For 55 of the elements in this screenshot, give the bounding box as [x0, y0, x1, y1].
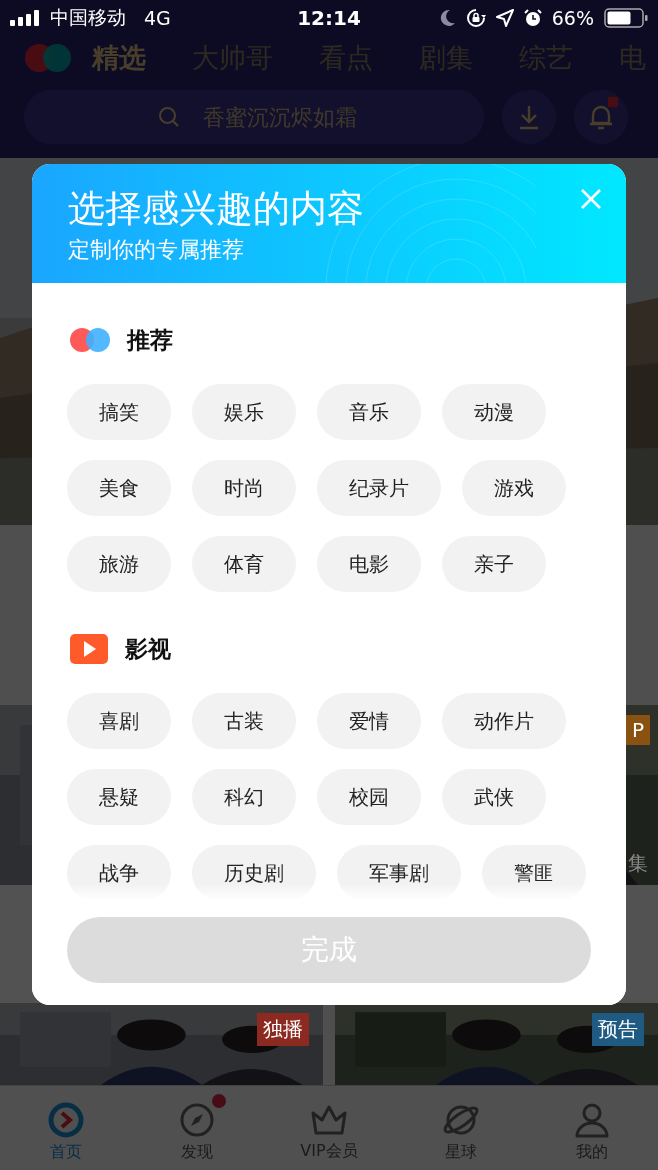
- interest-tag[interactable]: 纪录片: [317, 460, 441, 516]
- person-icon: [574, 1102, 611, 1138]
- interest-tag[interactable]: 体育: [192, 536, 296, 592]
- interest-tag[interactable]: 古装: [192, 693, 296, 749]
- interest-tag[interactable]: 爱情: [317, 693, 421, 749]
- interest-tag[interactable]: 旅游: [67, 536, 171, 592]
- interest-tag[interactable]: 科幻: [192, 769, 296, 825]
- interest-tag[interactable]: 军事剧: [337, 845, 461, 899]
- section-title: 影视: [125, 634, 171, 664]
- rotation-lock-icon: [465, 8, 486, 28]
- location-icon: [495, 9, 514, 27]
- play-circle-icon: [47, 1102, 84, 1138]
- label-tag: 独播: [257, 1013, 309, 1046]
- play-icon: [69, 633, 109, 665]
- close-button[interactable]: [580, 188, 602, 210]
- clock-time: 12:14: [297, 6, 361, 30]
- network-type: 4G: [144, 7, 171, 29]
- interest-tag[interactable]: 美食: [67, 460, 171, 516]
- interest-tag[interactable]: 动漫: [442, 384, 546, 440]
- label-tag: 预告: [592, 1013, 644, 1046]
- episode-caption: 集: [628, 850, 648, 877]
- alarm-icon: [523, 9, 542, 27]
- interest-tag[interactable]: 娱乐: [192, 384, 296, 440]
- battery-percent: 66%: [551, 7, 594, 29]
- interest-tag[interactable]: 喜剧: [67, 693, 171, 749]
- bell-icon: [588, 103, 614, 131]
- carrier-name: 中国移动: [50, 5, 126, 30]
- interest-tag[interactable]: 音乐: [317, 384, 421, 440]
- interest-tag[interactable]: 时尚: [192, 460, 296, 516]
- label-tag: P: [625, 715, 650, 745]
- interest-tag[interactable]: 搞笑: [67, 384, 171, 440]
- dialog-subtitle: 定制你的专属推荐: [68, 236, 244, 264]
- search-icon: [158, 106, 180, 128]
- close-icon: [580, 188, 602, 210]
- interest-tag[interactable]: 战争: [67, 845, 171, 899]
- app-logo-icon: [24, 43, 72, 73]
- section-title: 推荐: [127, 325, 173, 355]
- moon-icon: [439, 9, 456, 27]
- interest-tag[interactable]: 电影: [317, 536, 421, 592]
- dialog-title: 选择感兴趣的内容: [68, 186, 364, 232]
- interest-tag[interactable]: 悬疑: [67, 769, 171, 825]
- notification-dot: [212, 1094, 227, 1108]
- interest-tag[interactable]: 历史剧: [192, 845, 316, 899]
- battery-icon: [604, 8, 648, 28]
- signal-icon: [10, 10, 42, 26]
- two-circles-icon: [69, 327, 111, 353]
- interest-tag[interactable]: 武侠: [442, 769, 546, 825]
- interest-tag[interactable]: 警匪: [482, 845, 586, 899]
- interest-tag[interactable]: 亲子: [442, 536, 546, 592]
- interest-tag[interactable]: 游戏: [462, 460, 566, 516]
- compass-icon: [179, 1102, 216, 1138]
- crown-icon: [309, 1103, 349, 1137]
- interest-tag[interactable]: 动作片: [442, 693, 566, 749]
- download-icon: [517, 104, 541, 130]
- interest-tag[interactable]: 校园: [317, 769, 421, 825]
